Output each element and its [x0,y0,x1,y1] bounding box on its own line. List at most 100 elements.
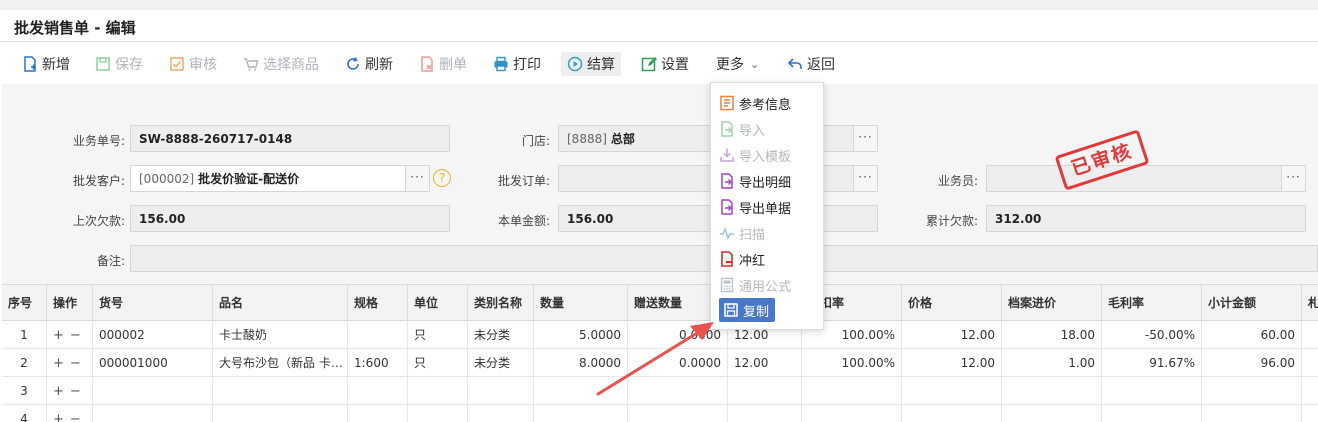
cell-price[interactable]: 12.00 [902,349,1002,377]
new-button[interactable]: 新增 [22,52,70,76]
menu-item-label: 导入 [739,123,766,139]
remove-row-button[interactable]: − [70,412,81,422]
remove-row-button[interactable]: − [70,384,81,399]
add-row-button[interactable]: + [53,328,64,343]
customer-field[interactable]: [000002] 批发价验证-配送价 [130,165,406,192]
add-row-button[interactable]: + [53,384,64,399]
settings-button[interactable]: 设置 [641,52,689,76]
cell-price[interactable] [902,405,1002,422]
export-document-icon [721,199,733,215]
back-arrow-icon [787,58,802,69]
cell-spec[interactable] [348,405,408,422]
print-button[interactable]: 打印 [493,52,541,76]
cell-margin[interactable]: 91.67% [1102,349,1202,377]
cell-subtotal[interactable] [1202,377,1302,405]
cell-category[interactable]: 未分类 [468,321,534,349]
cell-unit[interactable] [408,377,468,405]
back-button[interactable]: 返回 [787,52,835,76]
delete-button[interactable]: 删单 [419,52,467,76]
top-strip [0,0,1318,10]
help-icon[interactable]: ? [433,169,451,187]
refresh-button[interactable]: 刷新 [345,52,393,76]
cell-unit[interactable]: 只 [408,349,468,377]
menu-item-import-template[interactable]: 导入模板 [719,143,791,167]
cell-price[interactable] [902,377,1002,405]
cell-col10[interactable] [728,377,802,405]
cell-cost[interactable]: 18.00 [1002,321,1102,349]
wholesale-order-picker-button[interactable]: ··· [853,165,878,192]
menu-item-formula[interactable]: 通用公式 [719,273,791,297]
order-no-field[interactable]: SW-8888-260717-0148 [130,125,450,152]
save-button[interactable]: 保存 [95,52,143,76]
total-debt-field[interactable]: 312.00 [986,205,1306,232]
settle-button[interactable]: 结算 [561,52,621,76]
cell-gift[interactable] [628,405,728,422]
cell-margin[interactable]: -50.00% [1102,321,1202,349]
add-row-button[interactable]: + [53,356,64,371]
menu-item-import[interactable]: 导入 [719,117,765,141]
cell-price[interactable]: 12.00 [902,321,1002,349]
cell-code[interactable] [93,405,213,422]
menu-item-reference-info[interactable]: 参考信息 [719,91,791,115]
cell-name[interactable] [213,377,348,405]
cell-spec[interactable] [348,377,408,405]
select-goods-button[interactable]: 选择商品 [243,52,319,76]
cell-qty[interactable] [534,405,628,422]
cell-code[interactable] [93,377,213,405]
more-button[interactable]: 更多 ⌄ [716,52,759,76]
cell-margin[interactable] [1102,405,1202,422]
cell-col10[interactable]: 12.00 [728,349,802,377]
cell-name[interactable]: 卡士酸奶 [213,321,348,349]
cell-subtotal[interactable] [1202,405,1302,422]
cell-code[interactable]: 000001000 [93,349,213,377]
new-label: 新增 [42,57,70,73]
table-row[interactable]: 4 + − [2,405,1318,422]
cell-cost[interactable] [1002,405,1102,422]
menu-item-scan[interactable]: 扫描 [719,221,765,245]
menu-item-label: 通用公式 [739,279,792,295]
col-header-op: 操作 [47,285,93,322]
audit-button[interactable]: 审核 [169,52,217,76]
cell-subtotal[interactable]: 96.00 [1202,349,1302,377]
cell-name[interactable]: 大号布沙包（新品 卡… [213,349,348,377]
remove-row-button[interactable]: − [70,356,81,371]
menu-item-label: 扫描 [739,227,766,243]
salesman-picker-button[interactable]: ··· [1281,165,1306,192]
last-debt-field[interactable]: 156.00 [130,205,450,232]
save-icon [96,57,110,71]
customer-picker-button[interactable]: ··· [405,165,430,192]
store-picker-button[interactable]: ··· [853,125,878,152]
printer-icon [494,56,508,72]
cell-category[interactable] [468,405,534,422]
salesman-label: 业务员: [937,174,978,188]
total-debt-value: 312.00 [995,211,1042,226]
menu-item-label: 复制 [743,304,770,320]
cell-name[interactable] [213,405,348,422]
cell-spec[interactable]: 1:600 [348,349,408,377]
remove-row-button[interactable]: − [70,328,81,343]
menu-item-export-detail[interactable]: 导出明细 [719,169,791,193]
cell-unit[interactable] [408,405,468,422]
cell-category[interactable] [468,377,534,405]
menu-item-reverse[interactable]: 冲红 [719,247,765,271]
cell-cost[interactable] [1002,377,1102,405]
toolbar: 新增 保存 审核 选择商品 刷新 删单 打印 结算 设置 更多 ⌄ 返回 [0,44,1318,84]
cell-spec[interactable] [348,321,408,349]
cell-col10[interactable] [728,405,802,422]
cell-code[interactable]: 000002 [93,321,213,349]
page-title: 批发销售单 - 编辑 [14,19,136,37]
edit-settings-icon [641,57,657,72]
cell-discount[interactable]: 100.00% [802,349,902,377]
menu-item-export-document[interactable]: 导出单据 [719,195,791,219]
cell-subtotal[interactable]: 60.00 [1202,321,1302,349]
this-amount-label: 本单金额: [497,214,550,228]
cell-category[interactable]: 未分类 [468,349,534,377]
delete-doc-icon [421,56,433,72]
cell-unit[interactable]: 只 [408,321,468,349]
cell-cost[interactable]: 1.00 [1002,349,1102,377]
cell-margin[interactable] [1102,377,1202,405]
cell-discount[interactable] [802,377,902,405]
salesman-field[interactable] [986,165,1282,192]
add-row-button[interactable]: + [53,412,64,422]
cell-discount[interactable] [802,405,902,422]
